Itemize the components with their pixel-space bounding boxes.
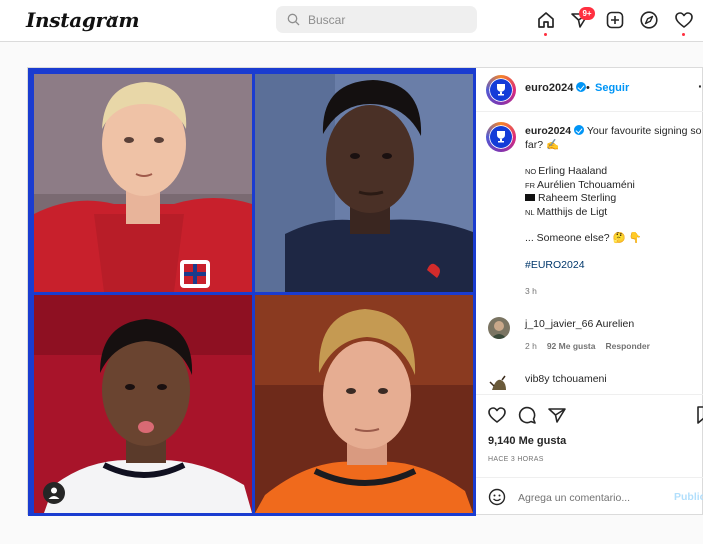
flag-code-nl: NL [525,207,535,217]
post-caption: euro2024 Your favourite signing so far? … [525,125,703,299]
caption-intro: euro2024 Your favourite signing so far? … [525,125,703,152]
player-photo-sterling [34,295,252,513]
save-bookmark-icon[interactable] [694,405,703,425]
commenter-avatar[interactable] [488,317,510,339]
flag-code-fr: FR [525,180,535,190]
caption-player-line: NL Matthijs de Ligt [525,206,703,220]
comment-text: vib8y tchouameni [525,373,607,385]
activity-notification-dot [682,33,685,36]
flag-code-no: NO [525,167,537,176]
like-count[interactable]: 9,140 Me gusta [488,435,566,447]
search-icon [287,13,300,26]
comment-meta: 2 h 92 Me gusta Responder [525,341,650,351]
euro2024-trophy-icon [497,84,505,96]
player-photo-tchouameni [255,74,473,292]
caption-player-line: NO Erling Haaland [525,165,703,179]
commenter-avatar[interactable] [488,372,510,393]
england-flag-icon [525,194,535,201]
post-timestamp[interactable]: HACE 3 HORAS [488,456,544,463]
reply-button[interactable]: Responder [605,341,649,351]
new-post-icon[interactable] [605,10,625,30]
user-tag-icon [48,487,60,499]
commenter-username[interactable]: j_10_javier_66 [525,318,593,330]
instagram-logo[interactable]: Instagram [26,8,140,32]
tchouameni-photo [255,74,473,292]
more-options-icon[interactable]: ··· [698,78,703,94]
notification-badge: 9+ [579,7,595,20]
caption-follow-up: ... Someone else? 🤔 👇 [525,232,642,244]
player-name: Raheem Sterling [538,192,617,204]
author-avatar[interactable] [486,75,516,105]
de-ligt-photo [255,295,473,513]
post-image[interactable] [28,68,476,516]
author-username[interactable]: euro2024 [525,82,587,94]
player-photo-de-ligt [255,295,473,513]
caption-timestamp[interactable]: 3 h [525,285,703,299]
follow-button[interactable]: Seguir [595,82,629,94]
author-username-text[interactable]: euro2024 [525,82,573,94]
add-comment-bar: Publicar [476,477,703,517]
comment-icon[interactable] [517,405,537,425]
player-name: Matthijs de Ligt [536,205,608,218]
home-notification-dot [544,33,547,36]
separator-dot: • [586,82,590,94]
search-box[interactable] [276,6,477,33]
player-name: Aurélien Tchouaméni [537,178,635,191]
caption-author-avatar[interactable] [486,122,516,152]
chevron-down-icon[interactable] [108,12,120,24]
caption-username[interactable]: euro2024 [525,125,571,137]
caption-player-line: FR Aurélien Tchouaméni [525,179,703,193]
comment-time[interactable]: 2 h [525,341,537,351]
heart-icon[interactable] [674,10,694,30]
comment-body: Aurelien [595,318,635,330]
post-actions: 9,140 Me gusta HACE 3 HORAS Publicar [476,394,703,516]
comment-text: j_10_javier_66 Aurelien [525,318,634,330]
comment-input[interactable] [518,490,658,506]
commenter-username[interactable]: vib8y [525,373,550,385]
comment-likes[interactable]: 92 Me gusta [547,341,596,351]
home-icon[interactable] [536,10,556,30]
verified-icon [574,125,585,135]
comment-body: tchouameni [552,373,607,385]
commenter-photo [491,321,507,339]
post-sidebar: euro2024 • Seguir ··· euro2024 Your favo… [476,68,703,516]
verified-icon [576,82,587,92]
like-heart-icon[interactable] [487,405,507,425]
player-photo-haaland [34,74,252,292]
hashtag-link[interactable]: #EURO2024 [525,259,703,273]
comments-section[interactable]: euro2024 Your favourite signing so far? … [476,113,703,393]
top-navigation-bar: Instagram 9+ [0,0,703,42]
haaland-photo [34,74,252,292]
commenter-photo [489,375,506,390]
tagged-users-button[interactable] [43,482,65,504]
post-card: euro2024 • Seguir ··· euro2024 Your favo… [27,67,703,516]
share-icon[interactable] [547,405,567,425]
euro2024-trophy-icon [497,131,505,143]
player-name: Erling Haaland [538,165,608,177]
publish-button[interactable]: Publicar [674,491,703,503]
emoji-icon[interactable] [488,488,506,506]
search-input[interactable] [308,10,468,29]
caption-player-line: Raheem Sterling [525,192,703,206]
sterling-photo [34,295,252,513]
explore-icon[interactable] [639,10,659,30]
post-header: euro2024 • Seguir ··· [476,68,703,112]
